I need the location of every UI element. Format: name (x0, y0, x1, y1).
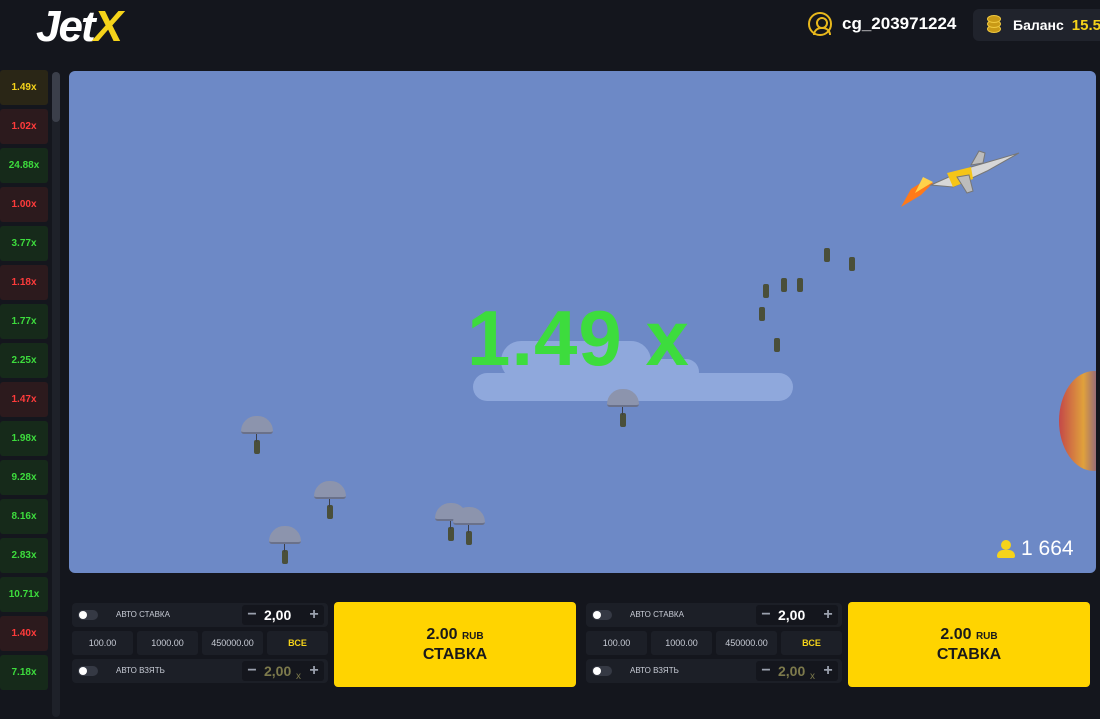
balance-label: Баланс (1013, 17, 1064, 33)
place-bet-button[interactable]: 2.00 RUB СТАВКА (334, 602, 576, 687)
history-item[interactable]: 1.47x (0, 382, 48, 417)
bet-amount-stepper[interactable]: − 2,00 + (242, 605, 324, 625)
jumper (759, 307, 765, 321)
current-multiplier: 1.49 x (467, 294, 690, 382)
bet-panel: АВТО СТАВКА − 2,00 + 100.00 1000.00 4500… (72, 598, 590, 692)
auto-bet-row: АВТО СТАВКА − 2,00 + (72, 603, 328, 627)
jumper (849, 257, 855, 271)
minus-icon[interactable]: − (244, 607, 260, 623)
bet-button-amount: 2.00 RUB (426, 625, 484, 643)
cashout-stepper[interactable]: − 2,00 x + (242, 661, 324, 682)
quick-amount-button[interactable]: 100.00 (72, 631, 133, 655)
history-item[interactable]: 1.00x (0, 187, 48, 222)
history-sidebar: 1.49x 1.02x 24.88x 1.00x 3.77x 1.18x 1.77x 2.25… (0, 70, 62, 719)
quick-amount-button[interactable]: 450000.00 (202, 631, 263, 655)
history-item[interactable]: 1.02x (0, 109, 48, 144)
auto-cashout-label: АВТО ВЗЯТЬ (630, 666, 679, 675)
bet-amount-value[interactable]: 2,00 (778, 607, 805, 623)
history-item[interactable]: 1.77x (0, 304, 48, 339)
history-item[interactable]: 24.88x (0, 148, 48, 183)
bet-amount-value[interactable]: 2,00 (264, 607, 291, 623)
auto-cashout-toggle[interactable] (78, 666, 98, 676)
cashout-stepper[interactable]: − 2,00 x + (756, 661, 838, 682)
cashout-value[interactable]: 2,00 (264, 663, 291, 679)
history-item[interactable]: 7.18x (0, 655, 48, 690)
history-item[interactable]: 2.25x (0, 343, 48, 378)
minus-icon[interactable]: − (758, 607, 774, 623)
players-count: 1 664 (1021, 537, 1074, 560)
quick-amount-button[interactable]: 450000.00 (716, 631, 777, 655)
bet-button-label: СТАВКА (936, 645, 1002, 663)
quick-amount-button[interactable]: 1000.00 (651, 631, 712, 655)
balance-box[interactable]: Баланс 15.52 (973, 9, 1100, 41)
bet-controls: АВТО СТАВКА − 2,00 + 100.00 1000.00 4500… (72, 603, 328, 687)
auto-bet-label: АВТО СТАВКА (630, 610, 684, 619)
auto-bet-label: АВТО СТАВКА (116, 610, 170, 619)
cashout-value[interactable]: 2,00 (778, 663, 805, 679)
history-item[interactable]: 10.71x (0, 577, 48, 612)
place-bet-button[interactable]: 2.00 RUB СТАВКА (848, 602, 1090, 687)
jet-plane-icon (901, 150, 1020, 207)
quick-amount-button[interactable]: 100.00 (586, 631, 647, 655)
game-area: 1.49 x 1 664 (69, 71, 1096, 573)
balance-value: 15.52 (1071, 16, 1100, 34)
quick-amounts: 100.00 1000.00 450000.00 ВСЕ (72, 631, 328, 655)
plus-icon[interactable]: + (306, 607, 322, 623)
parachutist (453, 507, 485, 545)
parachutist (241, 416, 273, 454)
history-scroll-thumb[interactable] (52, 72, 60, 122)
minus-icon[interactable]: − (244, 663, 260, 679)
history-item[interactable]: 1.98x (0, 421, 48, 456)
auto-cashout-toggle[interactable] (592, 666, 612, 676)
auto-bet-row: АВТО СТАВКА − 2,00 + (586, 603, 842, 627)
coins-icon (983, 15, 1005, 35)
history-item[interactable]: 9.28x (0, 460, 48, 495)
all-in-button[interactable]: ВСЕ (267, 631, 328, 655)
user-info[interactable]: cg_203971224 (808, 12, 956, 36)
bet-controls: АВТО СТАВКА − 2,00 + 100.00 1000.00 4500… (586, 603, 842, 687)
plus-icon[interactable]: + (820, 663, 836, 679)
all-in-button[interactable]: ВСЕ (781, 631, 842, 655)
auto-cashout-label: АВТО ВЗЯТЬ (116, 666, 165, 675)
history-item[interactable]: 1.49x (0, 70, 48, 105)
history-item[interactable]: 1.18x (0, 265, 48, 300)
plus-icon[interactable]: + (820, 607, 836, 623)
parachutist (269, 526, 301, 564)
jumper (824, 248, 830, 262)
username: cg_203971224 (842, 14, 957, 33)
jumper (774, 338, 780, 352)
jetx-logo[interactable]: JetX (36, 2, 123, 52)
bet-button-label: СТАВКА (422, 645, 488, 663)
history-scrollbar[interactable] (52, 72, 60, 717)
auto-bet-toggle[interactable] (592, 610, 612, 620)
auto-bet-toggle[interactable] (78, 610, 98, 620)
quick-amount-button[interactable]: 1000.00 (137, 631, 198, 655)
history-item[interactable]: 3.77x (0, 226, 48, 261)
history-item[interactable]: 8.16x (0, 499, 48, 534)
bet-amount-stepper[interactable]: − 2,00 + (756, 605, 838, 625)
cashout-suffix: x (810, 671, 815, 682)
quick-amounts: 100.00 1000.00 450000.00 ВСЕ (586, 631, 842, 655)
jumper (781, 278, 787, 292)
players-icon (997, 540, 1015, 558)
parachutist (314, 481, 346, 519)
cashout-suffix: x (296, 671, 301, 682)
plus-icon[interactable]: + (306, 663, 322, 679)
jumper (763, 284, 769, 298)
bet-button-amount: 2.00 RUB (940, 625, 998, 643)
bet-panel: АВТО СТАВКА − 2,00 + 100.00 1000.00 4500… (586, 598, 1100, 692)
top-bar: JetX cg_203971224 Баланс 15.52 (0, 0, 1100, 64)
auto-cashout-row: АВТО ВЗЯТЬ − 2,00 x + (72, 659, 328, 683)
parachutist (607, 389, 639, 427)
history-item[interactable]: 1.40x (0, 616, 48, 651)
jumper (797, 278, 803, 292)
online-players: 1 664 (997, 537, 1074, 561)
hot-air-balloon (1059, 371, 1096, 471)
history-item[interactable]: 2.83x (0, 538, 48, 573)
minus-icon[interactable]: − (758, 663, 774, 679)
user-circle-icon (808, 12, 832, 36)
auto-cashout-row: АВТО ВЗЯТЬ − 2,00 x + (586, 659, 842, 683)
